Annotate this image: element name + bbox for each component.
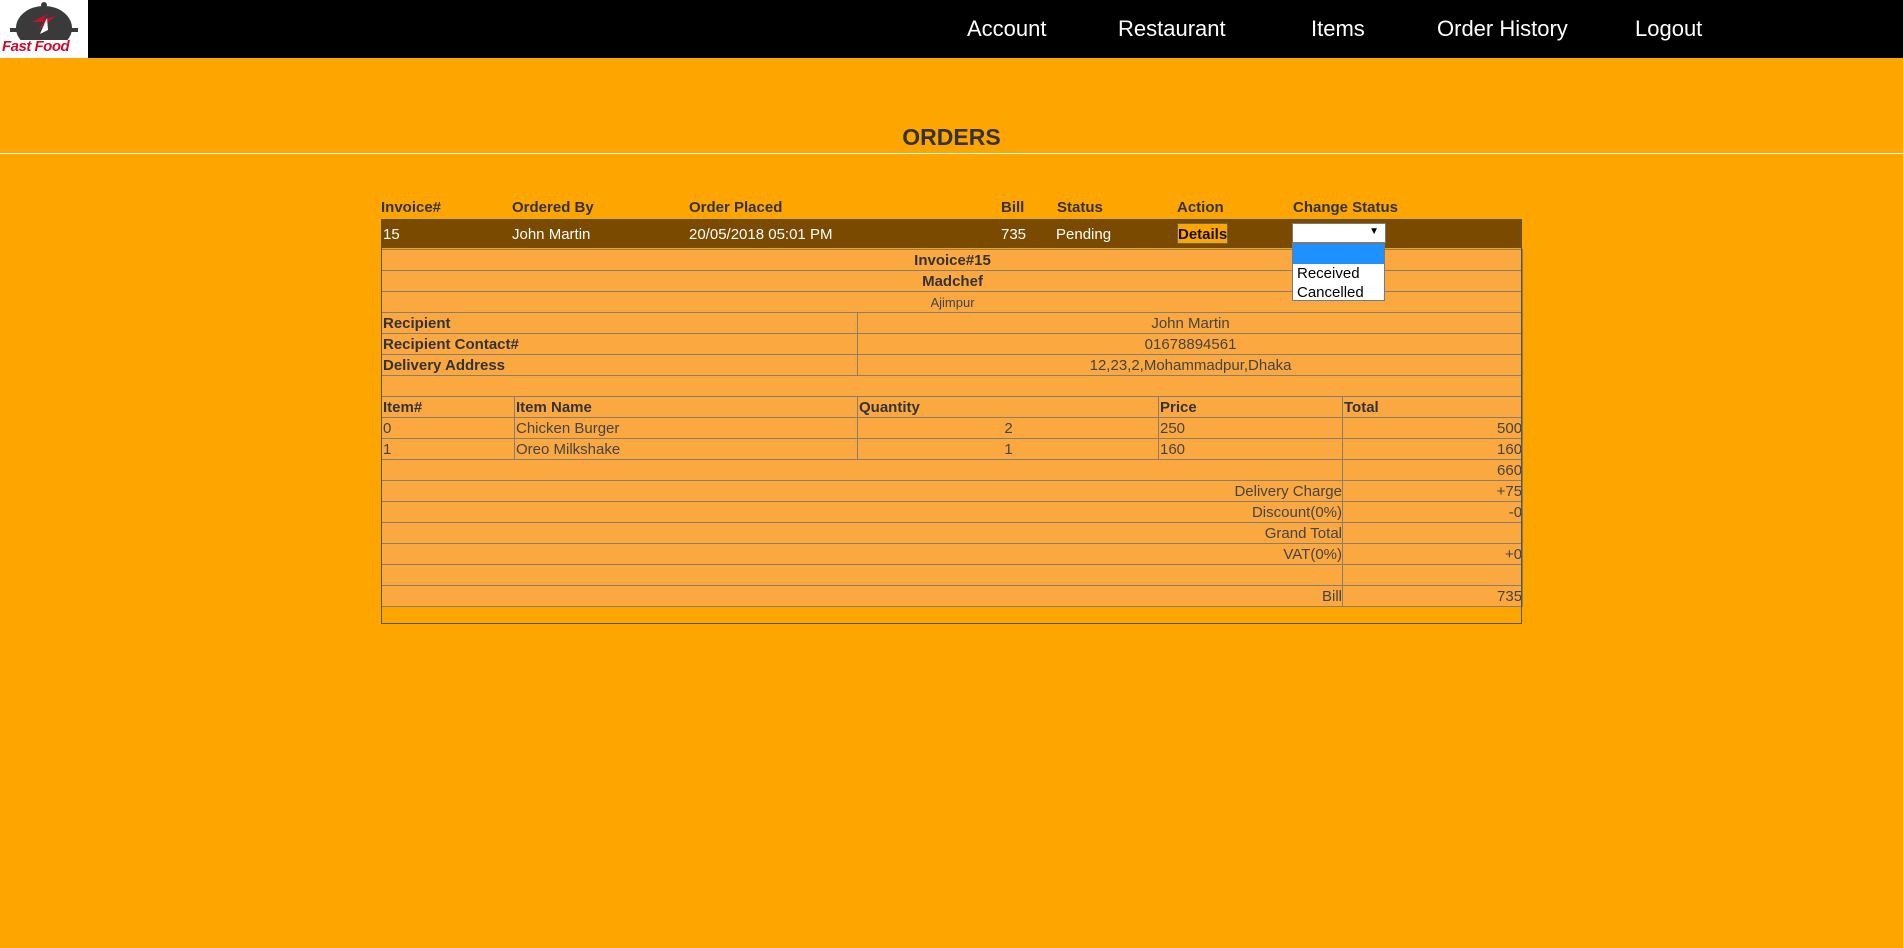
item-no: 1	[381, 438, 515, 460]
status-dropdown-list[interactable]: Received Cancelled	[1292, 243, 1385, 301]
chevron-down-icon: ▼	[1369, 226, 1379, 237]
table-row: Delivery Charge +75	[381, 480, 1524, 502]
spacer-cell	[380, 375, 1524, 397]
status-option-received[interactable]: Received	[1293, 264, 1384, 283]
item-name: Chicken Burger	[514, 417, 858, 439]
status-option-cancelled[interactable]: Cancelled	[1293, 283, 1384, 302]
address-value: 12,23,2,Mohammadpur,Dhaka	[856, 354, 1524, 376]
header-ordered-by: Ordered By	[512, 199, 594, 216]
order-invoice: 15	[383, 226, 400, 243]
grand-total-label: Grand Total	[381, 522, 1343, 544]
table-row: 660	[381, 459, 1524, 481]
discount-label: Discount(0%)	[381, 501, 1343, 523]
table-row: Discount(0%) -0	[381, 501, 1524, 523]
bill-label: Bill	[381, 585, 1343, 607]
item-qty: 2	[857, 417, 1159, 439]
subtotal-value: 660	[1341, 459, 1524, 481]
item-header-row: Item# Item Name Quantity Price Total	[381, 396, 1524, 418]
nav-restaurant[interactable]: Restaurant	[1118, 17, 1226, 41]
item-no: 0	[381, 417, 515, 439]
bill-value: 735	[1341, 585, 1524, 607]
order-details-table: Invoice#15 Madchef Ajimpur Recipient Joh…	[380, 249, 1524, 607]
logo-text: Fast Food	[2, 38, 70, 55]
recipient-value: John Martin	[856, 312, 1524, 334]
table-row: 1 Oreo Milkshake 1 160 160	[381, 438, 1524, 460]
item-qty: 1	[857, 438, 1159, 460]
header-status: Status	[1057, 199, 1103, 216]
address-label: Delivery Address	[381, 354, 858, 376]
total-header: Total	[1341, 396, 1524, 418]
nav-items[interactable]: Items	[1311, 17, 1365, 41]
delivery-value: +75	[1341, 480, 1524, 502]
order-placed: 20/05/2018 05:01 PM	[689, 226, 833, 243]
table-row: 0 Chicken Burger 2 250 500	[381, 417, 1524, 439]
change-status-select[interactable]: ▼	[1292, 223, 1386, 243]
item-price: 160	[1158, 438, 1343, 460]
item-no-header: Item#	[381, 396, 515, 418]
nav-logout[interactable]: Logout	[1635, 17, 1702, 41]
contact-value: 01678894561	[856, 333, 1524, 355]
nav-order-history[interactable]: Order History	[1437, 17, 1568, 41]
fast-food-logo[interactable]: Fast Food	[0, 0, 88, 58]
recipient-label: Recipient	[381, 312, 858, 334]
header-order-placed: Order Placed	[689, 199, 783, 216]
nav-account[interactable]: Account	[967, 17, 1047, 41]
header-action: Action	[1177, 199, 1224, 216]
delivery-label: Delivery Charge	[381, 480, 1343, 502]
table-row: Recipient John Martin	[381, 312, 1524, 334]
item-name: Oreo Milkshake	[514, 438, 858, 460]
header-change-status: Change Status	[1293, 199, 1399, 216]
page-title: ORDERS	[902, 124, 1001, 150]
spacer-cell	[381, 564, 1343, 586]
vat-value: +0	[1341, 543, 1524, 565]
table-row	[381, 564, 1524, 586]
header-invoice: Invoice#	[381, 199, 442, 216]
contact-label: Recipient Contact#	[381, 333, 858, 355]
table-row	[380, 375, 1524, 397]
cloche-icon	[10, 2, 78, 40]
table-row: Delivery Address 12,23,2,Mohammadpur,Dha…	[381, 354, 1524, 376]
table-row: VAT(0%) +0	[381, 543, 1524, 565]
title-divider	[0, 153, 1903, 154]
price-header: Price	[1158, 396, 1343, 418]
status-option-blank[interactable]	[1293, 244, 1384, 264]
subtotal-label-cell	[381, 459, 1343, 481]
grand-total-value	[1341, 522, 1524, 544]
item-total: 500	[1341, 417, 1524, 439]
header-bill: Bill	[1001, 199, 1025, 216]
spacer-cell	[1341, 564, 1524, 586]
order-bill: 735	[1001, 226, 1027, 243]
quantity-header: Quantity	[857, 396, 1159, 418]
item-name-header: Item Name	[514, 396, 858, 418]
vat-label: VAT(0%)	[381, 543, 1343, 565]
table-row: Bill 735	[381, 585, 1524, 607]
top-navbar: Fast Food Account Restaurant Items Order…	[0, 0, 1903, 58]
item-price: 250	[1158, 417, 1343, 439]
table-row: Recipient Contact# 01678894561	[381, 333, 1524, 355]
discount-value: -0	[1341, 501, 1524, 523]
item-total: 160	[1341, 438, 1524, 460]
table-row: Grand Total	[381, 522, 1524, 544]
order-status: Pending	[1056, 226, 1112, 243]
details-button[interactable]: Details	[1177, 223, 1228, 244]
order-ordered-by: John Martin	[512, 226, 591, 243]
